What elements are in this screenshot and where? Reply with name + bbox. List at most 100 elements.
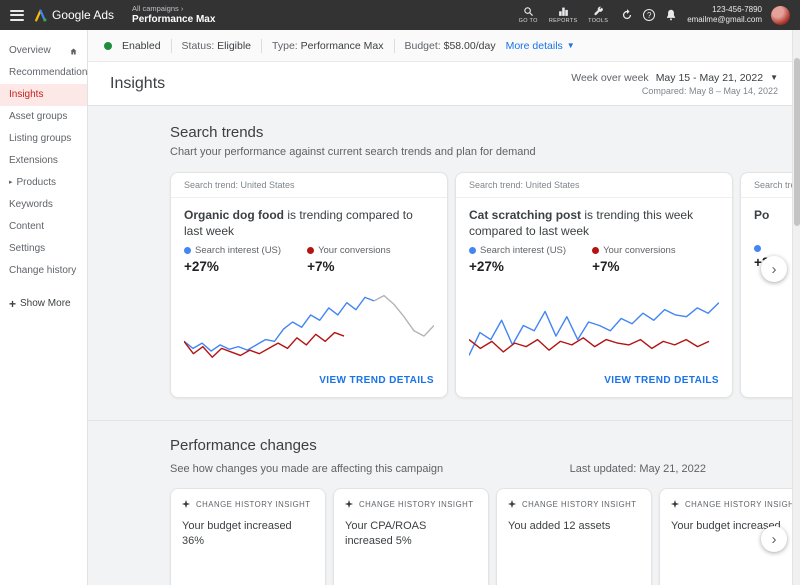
sidebar-item-extensions[interactable]: Extensions xyxy=(0,150,87,172)
change-history-insight-card[interactable]: CHANGE HISTORY INSIGHT You added 12 asse… xyxy=(496,488,652,585)
search-icon xyxy=(523,6,534,17)
red-series-dot-icon xyxy=(592,247,599,254)
top-app-bar: Google Ads All campaigns › Performance M… xyxy=(0,0,800,30)
account-info[interactable]: 123-456-7890 emailme@gmail.com xyxy=(687,5,762,25)
sidebar-item-asset-groups[interactable]: Asset groups xyxy=(0,106,87,128)
sidebar-item-content[interactable]: Content xyxy=(0,216,87,238)
tools-icon xyxy=(593,6,604,17)
trend-region: Search trend: United States xyxy=(456,173,732,198)
breadcrumb-all-campaigns[interactable]: All campaigns xyxy=(132,4,179,13)
performance-carousel-next-button[interactable]: › xyxy=(761,526,787,552)
expand-arrow-icon: ▸ xyxy=(9,179,13,187)
reports-button[interactable]: REPORTS xyxy=(550,6,576,24)
campaign-name: Performance Max xyxy=(132,14,215,25)
insights-content: Search trends Chart your performance aga… xyxy=(88,106,800,585)
sidebar-item-products[interactable]: ▸ Products xyxy=(0,172,87,194)
scrollbar[interactable] xyxy=(792,30,800,585)
enabled-label[interactable]: Enabled xyxy=(122,40,161,52)
type-label: Type: xyxy=(272,40,298,52)
blue-series-dot-icon xyxy=(184,247,191,254)
search-trend-card[interactable]: Search trend: United States Cat scratchi… xyxy=(455,172,733,398)
search-interest-value: +27% xyxy=(469,259,566,274)
performance-changes-carousel: CHANGE HISTORY INSIGHT Your budget incre… xyxy=(170,488,800,585)
red-series-dot-icon xyxy=(307,247,314,254)
trend-title: Cat scratching post is trending this wee… xyxy=(469,207,719,239)
view-trend-details-link[interactable]: VIEW TREND DETAILS xyxy=(171,366,447,397)
google-ads-logo-icon xyxy=(34,9,47,22)
menu-icon[interactable] xyxy=(10,10,24,21)
sidebar-item-label: Listing groups xyxy=(9,133,71,145)
reports-icon xyxy=(558,6,569,17)
last-updated: Last updated: May 21, 2022 xyxy=(570,463,706,475)
budget-field: Budget: $58.00/day xyxy=(405,40,496,52)
section-divider xyxy=(88,420,800,421)
sidebar-item-label: Products xyxy=(17,177,56,189)
status-value: Eligible xyxy=(217,40,251,52)
goto-search-button[interactable]: GO TO xyxy=(515,6,541,24)
search-trends-title: Search trends xyxy=(170,124,800,141)
more-details-button[interactable]: More details ▼ xyxy=(506,40,575,52)
show-more-button[interactable]: + Show More xyxy=(0,292,87,316)
insight-tag: CHANGE HISTORY INSIGHT xyxy=(522,500,637,509)
trend-title: Organic dog food is trending compared to… xyxy=(184,207,434,239)
sidebar-item-keywords[interactable]: Keywords xyxy=(0,194,87,216)
sidebar-item-label: Recommendations xyxy=(9,67,92,79)
divider xyxy=(261,39,262,53)
help-button[interactable]: ? xyxy=(643,9,655,21)
sidebar-item-change-history[interactable]: Change history xyxy=(0,260,87,282)
more-details-label: More details xyxy=(506,40,563,52)
date-range-picker[interactable]: Week over week May 15 - May 21, 2022 ▼ C… xyxy=(571,72,778,96)
page-title: Insights xyxy=(110,75,165,93)
status-label: Status: xyxy=(182,40,215,52)
chevron-down-icon: ▼ xyxy=(770,73,778,82)
campaign-breadcrumb[interactable]: All campaigns › Performance Max xyxy=(132,5,215,24)
account-email: emailme@gmail.com xyxy=(687,15,762,25)
change-history-insight-card[interactable]: CHANGE HISTORY INSIGHT Your budget incre… xyxy=(170,488,326,585)
refresh-icon xyxy=(620,8,634,22)
goto-label: GO TO xyxy=(519,18,538,24)
search-trend-card-partial[interactable]: Search trend: Po +2 xyxy=(740,172,800,398)
divider xyxy=(171,39,172,53)
trend-line-chart xyxy=(184,278,434,366)
sidebar-item-label: Insights xyxy=(9,89,43,101)
legend-label: Your conversions xyxy=(318,245,391,256)
date-mode-label: Week over week xyxy=(571,72,648,84)
status-field: Status: Eligible xyxy=(182,40,251,52)
search-interest-value: +27% xyxy=(184,259,281,274)
sidebar-item-settings[interactable]: Settings xyxy=(0,238,87,260)
sidebar-item-listing-groups[interactable]: Listing groups xyxy=(0,128,87,150)
campaign-status-bar: Enabled Status: Eligible Type: Performan… xyxy=(88,30,800,62)
sidebar-item-label: Content xyxy=(9,221,44,233)
search-trends-carousel: Search trend: United States Organic dog … xyxy=(170,172,800,398)
avatar[interactable] xyxy=(771,6,790,25)
sidebar-item-overview[interactable]: Overview xyxy=(0,40,87,62)
refresh-button[interactable] xyxy=(620,8,634,22)
reports-label: REPORTS xyxy=(549,18,578,24)
search-trend-card[interactable]: Search trend: United States Organic dog … xyxy=(170,172,448,398)
brand[interactable]: Google Ads xyxy=(34,8,114,22)
page-header: Insights Week over week May 15 - May 21,… xyxy=(88,62,800,106)
trend-region: Search trend: United States xyxy=(171,173,447,198)
insight-text: Your budget increased 36% xyxy=(171,516,325,552)
trends-carousel-next-button[interactable]: › xyxy=(761,256,787,282)
tools-button[interactable]: TOOLS xyxy=(585,6,611,24)
notifications-button[interactable] xyxy=(664,8,678,22)
change-history-insight-card[interactable]: CHANGE HISTORY INSIGHT Your CPA/ROAS inc… xyxy=(333,488,489,585)
budget-label: Budget: xyxy=(405,40,441,52)
legend-label: Search interest (US) xyxy=(480,245,566,256)
sidebar-item-label: Asset groups xyxy=(9,111,67,123)
plus-icon: + xyxy=(9,297,16,311)
sidebar-item-recommendations[interactable]: Recommendations xyxy=(0,62,87,84)
sidebar-item-insights[interactable]: Insights xyxy=(0,84,87,106)
insight-tag: CHANGE HISTORY INSIGHT xyxy=(359,500,474,509)
scrollbar-thumb[interactable] xyxy=(794,58,800,226)
sidebar-item-label: Settings xyxy=(9,243,45,255)
view-trend-details-link[interactable]: VIEW TREND DETAILS xyxy=(456,366,732,397)
conversions-value: +7% xyxy=(307,259,391,274)
search-trends-subtitle: Chart your performance against current s… xyxy=(170,146,800,158)
date-compared: Compared: May 8 – May 14, 2022 xyxy=(571,86,778,96)
sidebar-item-label: Extensions xyxy=(9,155,58,167)
main-area: Enabled Status: Eligible Type: Performan… xyxy=(88,30,800,585)
divider xyxy=(394,39,395,53)
date-range-value: May 15 - May 21, 2022 xyxy=(656,72,763,84)
